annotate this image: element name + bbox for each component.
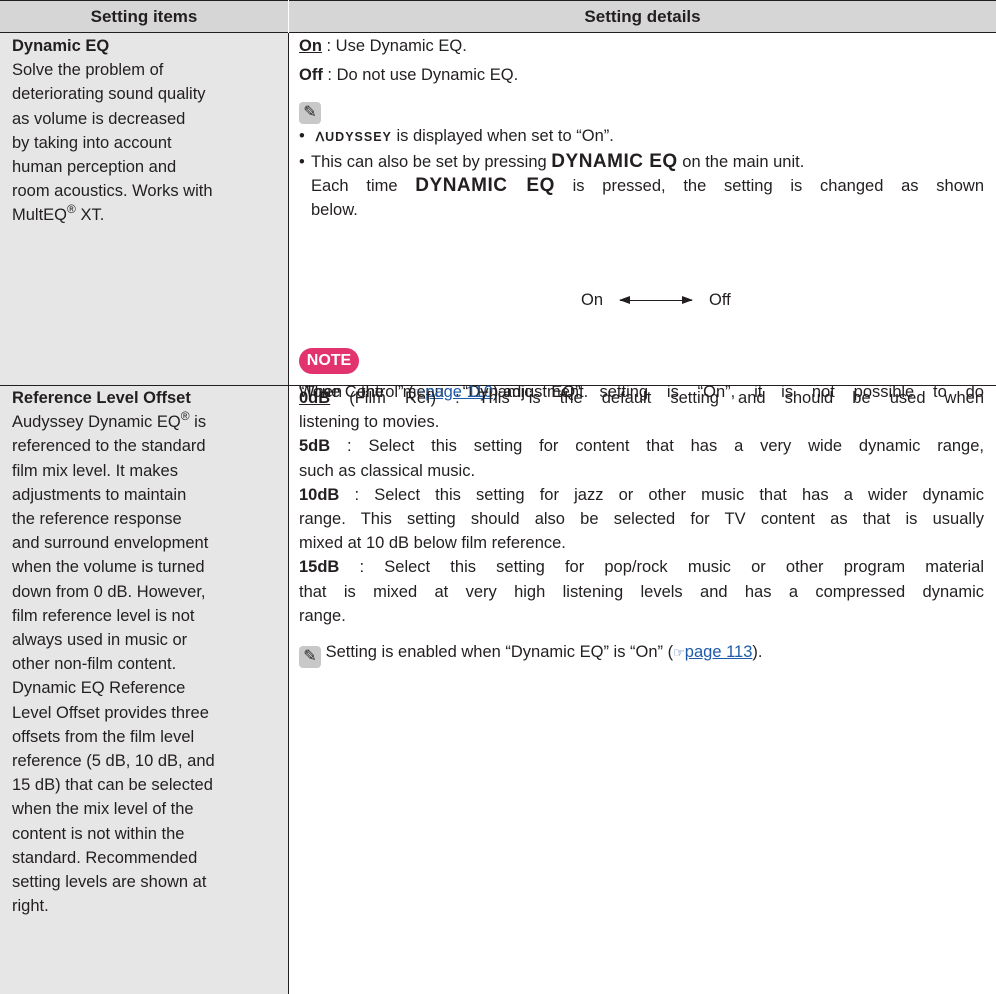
dynamic-eq-desc-line: MultEQ® XT. bbox=[12, 203, 284, 227]
pencil-icon: ✎ bbox=[299, 102, 321, 125]
offset-15db-line-1: 15dB : Select this setting for pop/rock … bbox=[299, 555, 984, 579]
rlo-desc-line: adjustments to maintain bbox=[12, 485, 187, 504]
rlo-desc-line: down from 0 dB. However, bbox=[12, 582, 206, 601]
offset-0db-line-1: 0dB (Film Ref) : This is the default set… bbox=[299, 386, 984, 410]
registered-mark: ® bbox=[67, 202, 76, 217]
rlo-desc-line: when the mix level of the bbox=[12, 800, 194, 819]
bullet-icon: • bbox=[299, 127, 305, 146]
dynamic-eq-item: Dynamic EQ Solve the problem of deterior… bbox=[12, 34, 284, 228]
tip-text-pre: Setting is enabled when “Dynamic EQ” is … bbox=[321, 643, 674, 662]
offset-5db-text: : Select this setting for content that h… bbox=[330, 437, 984, 456]
offset-5db-line-2: such as classical music. bbox=[299, 461, 476, 480]
tip-line: ✎ Setting is enabled when “Dynamic EQ” i… bbox=[299, 640, 984, 669]
dynamic-eq-desc-line: human perception and bbox=[12, 158, 177, 177]
reference-level-offset-title: Reference Level Offset bbox=[12, 389, 191, 407]
memo-row: ✎ bbox=[299, 96, 984, 125]
header-setting-items: Setting items bbox=[90, 7, 198, 26]
offset-5db-label: 5dB bbox=[299, 437, 331, 456]
offset-15db-label: 15dB bbox=[299, 558, 340, 577]
option-on: On : Use Dynamic EQ. bbox=[299, 34, 984, 58]
registered-mark: ® bbox=[180, 409, 190, 424]
dynamic-eq-title: Dynamic EQ bbox=[12, 37, 110, 55]
dynamic-eq-desc-line: room acoustics. Works with bbox=[12, 182, 213, 201]
memo-bullet-1-text: is displayed when set to “On”. bbox=[391, 127, 614, 146]
memo-bullet-2-line3: below. bbox=[311, 201, 358, 220]
offset-10db-line-1: 10dB : Select this setting for jazz or o… bbox=[299, 483, 984, 507]
memo-bullet-2-l2-post: is pressed, the setting is changed as sh… bbox=[554, 176, 984, 195]
bullet-icon: • bbox=[299, 152, 305, 171]
page-ref-icon: ☞ bbox=[673, 645, 685, 661]
diagram-off-label: Off bbox=[709, 291, 731, 309]
rlo-desc-line: offsets from the film level bbox=[12, 727, 195, 746]
rlo-desc-line: always used in music or bbox=[12, 631, 188, 650]
pencil-icon: ✎ bbox=[299, 646, 321, 669]
rlo-desc-line: film reference level is not bbox=[12, 606, 195, 625]
table-header: Setting items Setting details bbox=[0, 0, 996, 33]
dynamic-eq-button-label: DYNAMIC EQ bbox=[551, 150, 678, 172]
xt-text: XT. bbox=[75, 206, 105, 225]
rlo-desc-line: standard. Recommended bbox=[12, 848, 198, 867]
dynamic-eq-desc-line: deteriorating sound quality bbox=[12, 85, 206, 104]
diagram-on-label: On bbox=[581, 291, 604, 309]
reference-level-offset-details: 0dB (Film Ref) : This is the default set… bbox=[299, 386, 984, 669]
multeq-text: MultEQ bbox=[12, 206, 68, 225]
memo-bullet-2-post: on the main unit. bbox=[677, 152, 805, 171]
offset-10db-line-2: range. This setting should also be selec… bbox=[299, 510, 984, 529]
rlo-desc-line: Dynamic EQ Reference bbox=[12, 679, 186, 698]
memo-bullet-2-l2-pre: Each time bbox=[311, 176, 416, 195]
option-on-label: On bbox=[299, 37, 322, 55]
rlo-desc-line: reference (5 dB, 10 dB, and bbox=[12, 752, 215, 771]
audyssey-logo: ᐱUDYSSEY bbox=[315, 130, 392, 145]
memo-bullet-2-pre: This can also be set by pressing bbox=[311, 152, 552, 171]
dynamic-eq-desc-line: by taking into account bbox=[12, 133, 172, 152]
rlo-desc-line: Level Offset provides three bbox=[12, 703, 209, 722]
settings-table: Setting items Setting details Dynamic EQ… bbox=[0, 0, 996, 994]
rlo-desc-line: other non-film content. bbox=[12, 655, 177, 674]
dynamic-eq-button-label: DYNAMIC EQ bbox=[415, 174, 555, 196]
offset-0db-line-2: listening to movies. bbox=[299, 413, 440, 432]
rlo-desc-pre: Audyssey Dynamic EQ bbox=[12, 413, 181, 432]
header-divider bbox=[288, 0, 289, 33]
rlo-desc-line: Audyssey Dynamic EQ® is bbox=[12, 410, 284, 434]
dynamic-eq-desc-line: as volume is decreased bbox=[12, 109, 186, 128]
option-off-text: : Do not use Dynamic EQ. bbox=[322, 66, 519, 85]
option-on-text: : Use Dynamic EQ. bbox=[321, 37, 467, 55]
offset-10db-text: : Select this setting for jazz or other … bbox=[339, 485, 984, 504]
rlo-desc-line: setting levels are shown at bbox=[12, 873, 207, 892]
rlo-desc-line: right. bbox=[12, 897, 49, 916]
option-off-label: Off bbox=[299, 66, 323, 85]
rlo-desc-line: and surround envelopment bbox=[12, 534, 209, 553]
memo-bullet-1: • ᐱUDYSSEY is displayed when set to “On”… bbox=[299, 124, 984, 149]
rlo-desc-post: is bbox=[189, 413, 207, 432]
memo-bullet-2-line2: Each time DYNAMIC EQ is pressed, the set… bbox=[299, 174, 984, 198]
rlo-desc-line: content is not within the bbox=[12, 824, 185, 843]
double-arrow-icon bbox=[619, 296, 693, 304]
offset-0db-label: 0dB bbox=[299, 389, 331, 407]
dynamic-eq-desc-line: Solve the problem of bbox=[12, 61, 164, 80]
column-divider bbox=[288, 33, 289, 994]
rlo-desc-line: when the volume is turned bbox=[12, 558, 205, 577]
rlo-desc-line: film mix level. It makes bbox=[12, 461, 178, 480]
tip-text-post: ). bbox=[752, 643, 763, 662]
offset-0db-text: (Film Ref) : This is the default setting… bbox=[330, 389, 984, 407]
option-off: Off : Do not use Dynamic EQ. bbox=[299, 63, 984, 87]
rlo-desc-line: 15 dB) that can be selected bbox=[12, 776, 213, 795]
offset-5db-line-1: 5dB : Select this setting for content th… bbox=[299, 434, 984, 458]
offset-15db-line-2: that is mixed at very high listening lev… bbox=[299, 582, 984, 601]
rlo-desc-line: referenced to the standard bbox=[12, 437, 206, 456]
offset-10db-line-3: mixed at 10 dB below film reference. bbox=[299, 534, 566, 553]
header-setting-details: Setting details bbox=[584, 7, 701, 26]
offset-15db-text: : Select this setting for pop/rock music… bbox=[339, 558, 984, 577]
rlo-desc-line: the reference response bbox=[12, 510, 182, 529]
reference-level-offset-item: Reference Level Offset Audyssey Dynamic … bbox=[12, 386, 284, 918]
offset-15db-line-3: range. bbox=[299, 606, 346, 625]
offset-10db-label: 10dB bbox=[299, 485, 340, 504]
memo-bullet-2: • This can also be set by pressing DYNAMI… bbox=[299, 150, 984, 174]
dynamic-eq-details: On : Use Dynamic EQ. Off : Do not use Dy… bbox=[299, 34, 984, 222]
page-113-link[interactable]: page 113 bbox=[685, 643, 753, 661]
